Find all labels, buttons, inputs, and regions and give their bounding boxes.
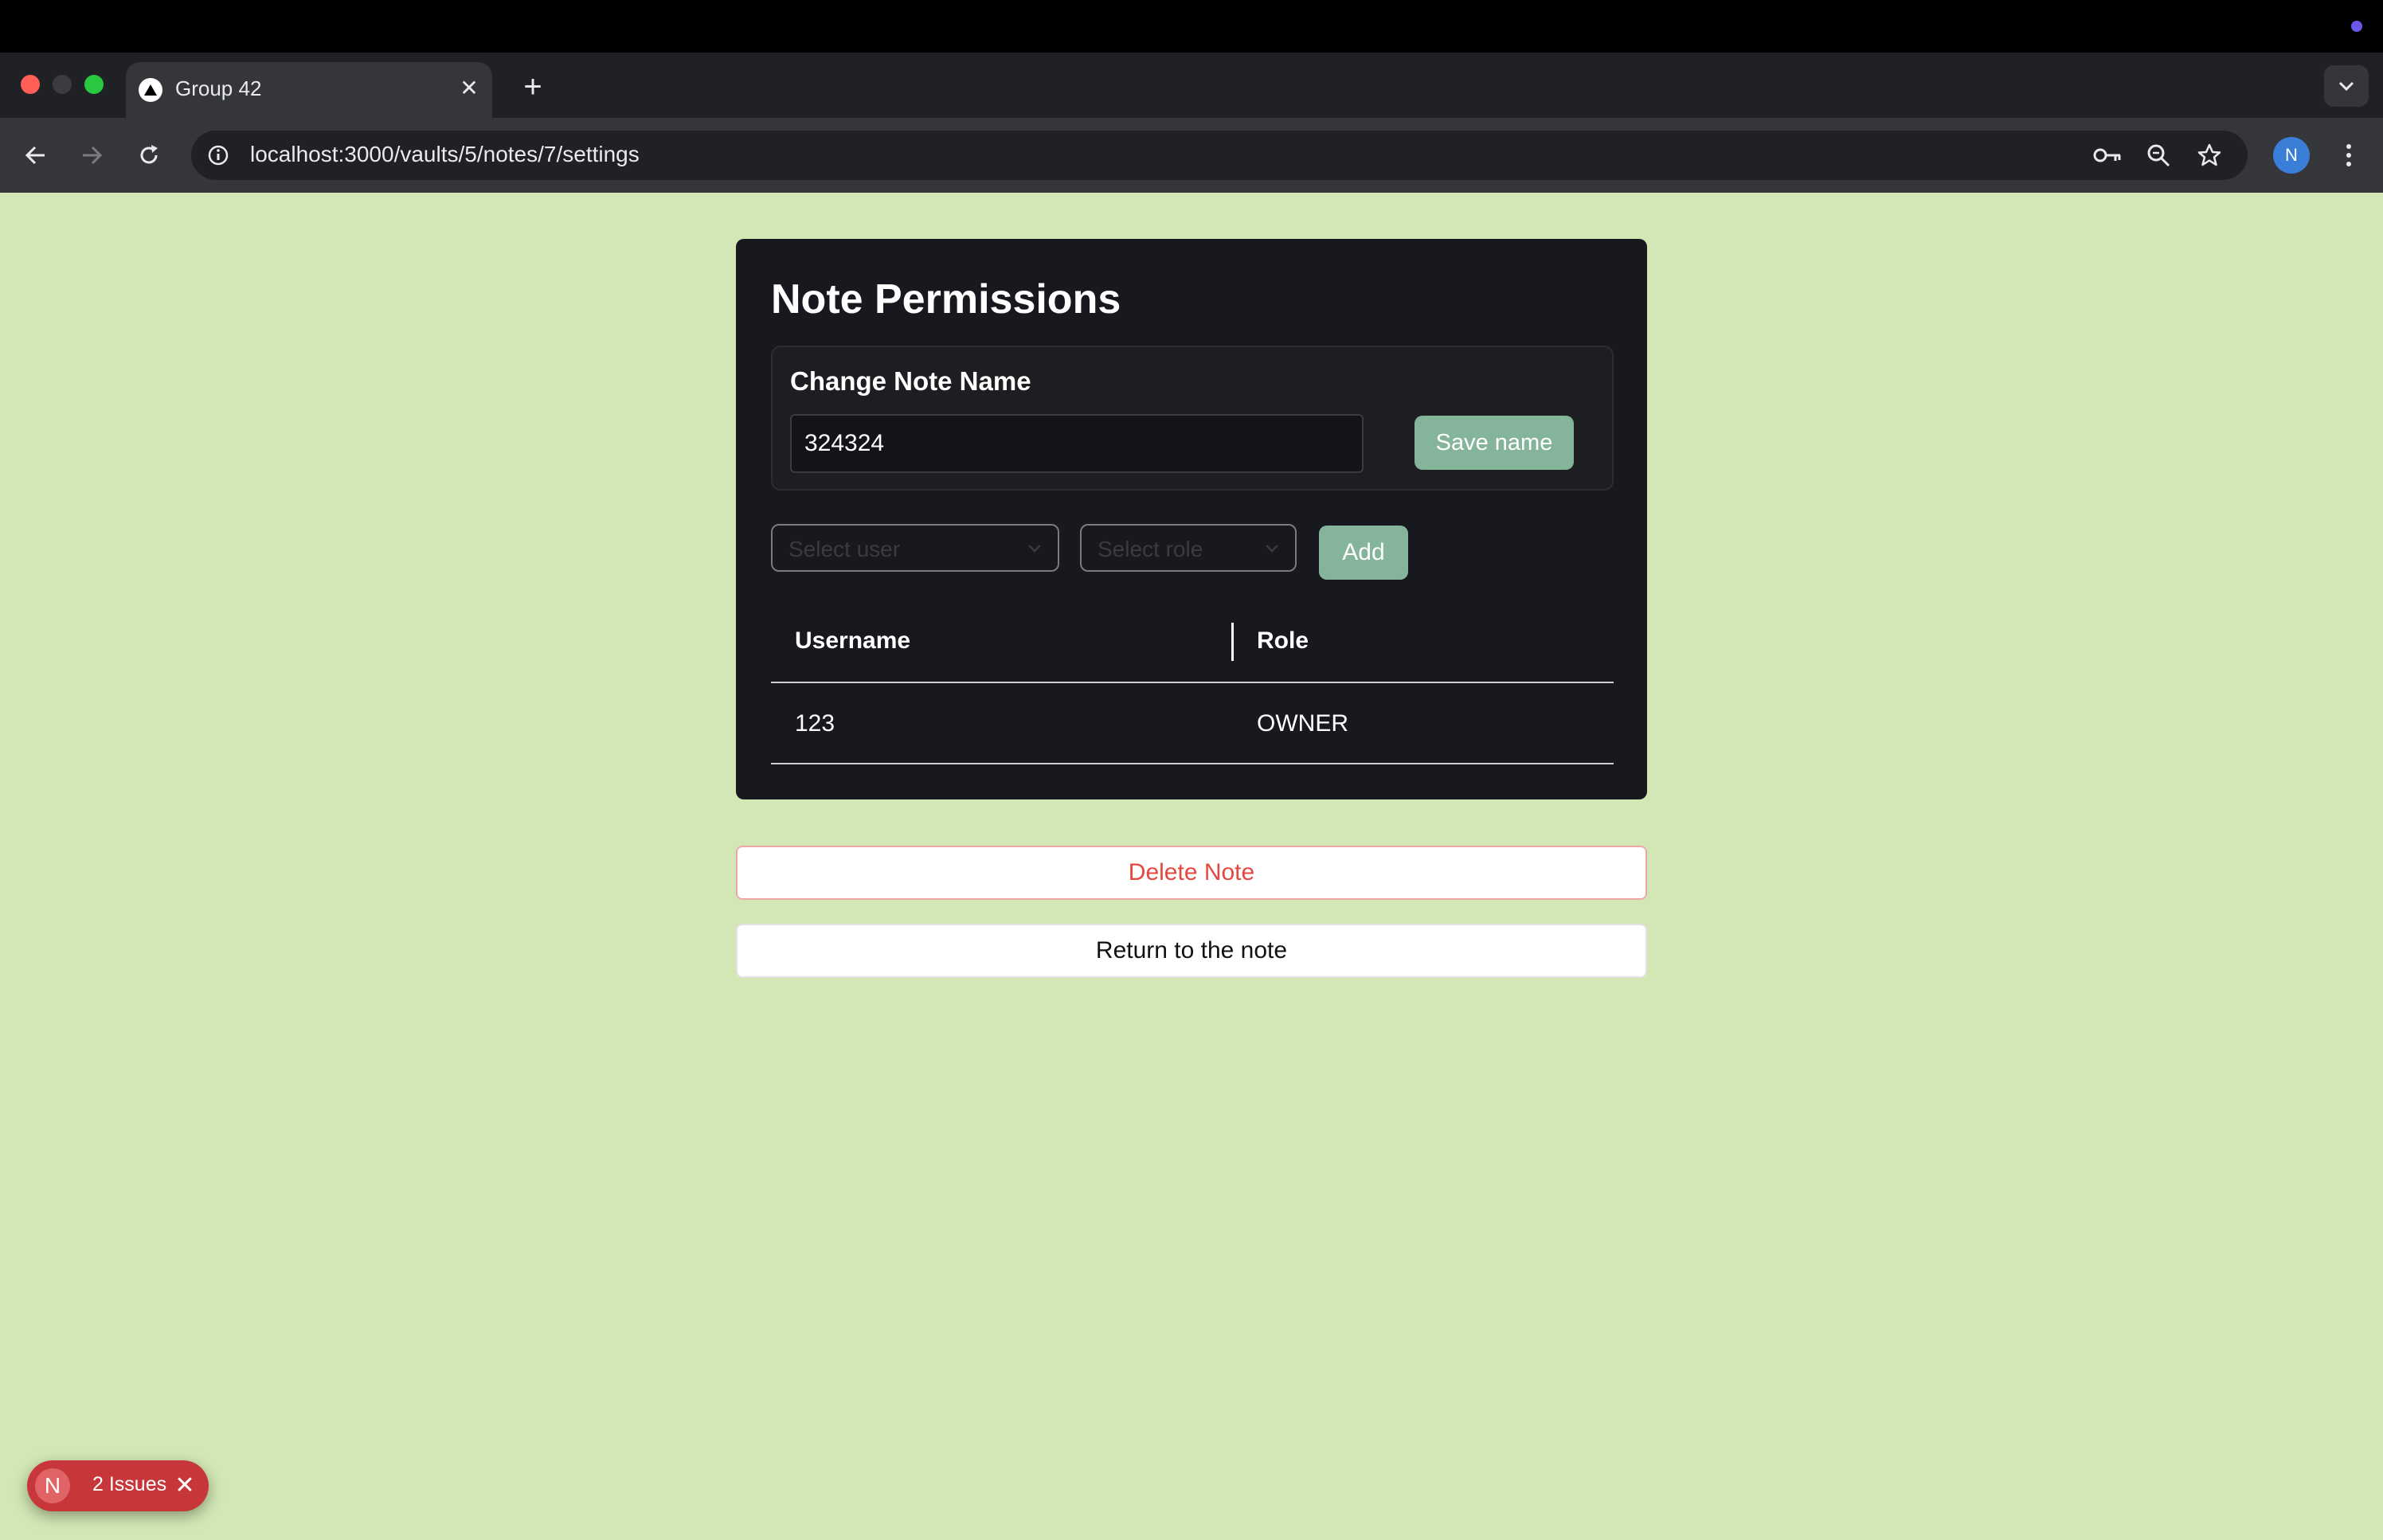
table-cell-role: OWNER (1257, 710, 1348, 737)
profile-avatar[interactable]: N (2273, 137, 2310, 174)
table-header-role[interactable]: Role (1257, 627, 1309, 655)
os-top-bar (0, 0, 2383, 53)
window-zoom-button[interactable] (84, 75, 104, 94)
back-button[interactable] (16, 135, 56, 175)
table-header-divider (771, 682, 1614, 683)
window-close-button[interactable] (21, 75, 40, 94)
issues-badge[interactable]: N 2 Issues ✕ (27, 1460, 209, 1511)
password-key-icon[interactable] (2091, 139, 2123, 171)
tab-title: Group 42 (175, 76, 262, 100)
delete-note-button[interactable]: Delete Note (736, 846, 1647, 900)
table-header-username[interactable]: Username (795, 627, 910, 655)
close-icon[interactable]: ✕ (169, 1470, 201, 1502)
column-resize-handle[interactable] (1231, 623, 1234, 661)
issues-count[interactable]: 2 Issues (92, 1473, 166, 1496)
more-vertical-icon (2346, 144, 2351, 166)
table-cell-username: 123 (795, 710, 835, 737)
save-name-button[interactable]: Save name (1415, 416, 1574, 470)
status-dot-icon (2351, 21, 2362, 32)
chevron-down-icon (1262, 538, 1282, 559)
tab-close-icon[interactable]: ✕ (456, 75, 483, 102)
arrow-left-icon (25, 146, 45, 165)
user-select[interactable]: Select user (771, 524, 1059, 572)
chevron-down-icon (1024, 538, 1045, 559)
url-text: localhost:3000/vaults/5/notes/7/settings (250, 142, 640, 166)
nextjs-logo-icon: N (35, 1468, 70, 1503)
zoom-icon[interactable] (2142, 139, 2174, 171)
tab-favicon-icon (139, 78, 162, 102)
address-bar[interactable]: localhost:3000/vaults/5/notes/7/settings (191, 131, 2248, 180)
window-minimize-button[interactable] (53, 75, 72, 94)
role-select-placeholder: Select role (1098, 537, 1203, 561)
change-name-label: Change Note Name (790, 366, 1031, 396)
note-name-input[interactable] (790, 414, 1364, 473)
new-tab-button[interactable]: + (513, 67, 553, 107)
reload-icon (140, 145, 158, 164)
tab-search-button[interactable] (2324, 65, 2369, 107)
bookmark-star-icon[interactable] (2193, 139, 2225, 171)
forward-button[interactable] (72, 135, 112, 175)
return-to-note-button[interactable]: Return to the note (736, 924, 1647, 978)
site-info-icon[interactable] (202, 139, 234, 171)
user-select-placeholder: Select user (788, 537, 901, 561)
reload-button[interactable] (129, 135, 169, 175)
table-row-divider (771, 763, 1614, 764)
role-select[interactable]: Select role (1080, 524, 1297, 572)
browser-menu-button[interactable] (2330, 137, 2367, 174)
arrow-right-icon (83, 146, 103, 165)
chevron-down-icon (2338, 81, 2354, 92)
change-name-section: Change Note Name Save name (771, 346, 1614, 491)
permissions-card: Note Permissions Change Note Name Save n… (736, 239, 1647, 799)
browser-tab-active[interactable]: Group 42 ✕ (126, 62, 492, 118)
add-permission-button[interactable]: Add (1319, 526, 1408, 580)
page-title: Note Permissions (771, 276, 1121, 322)
